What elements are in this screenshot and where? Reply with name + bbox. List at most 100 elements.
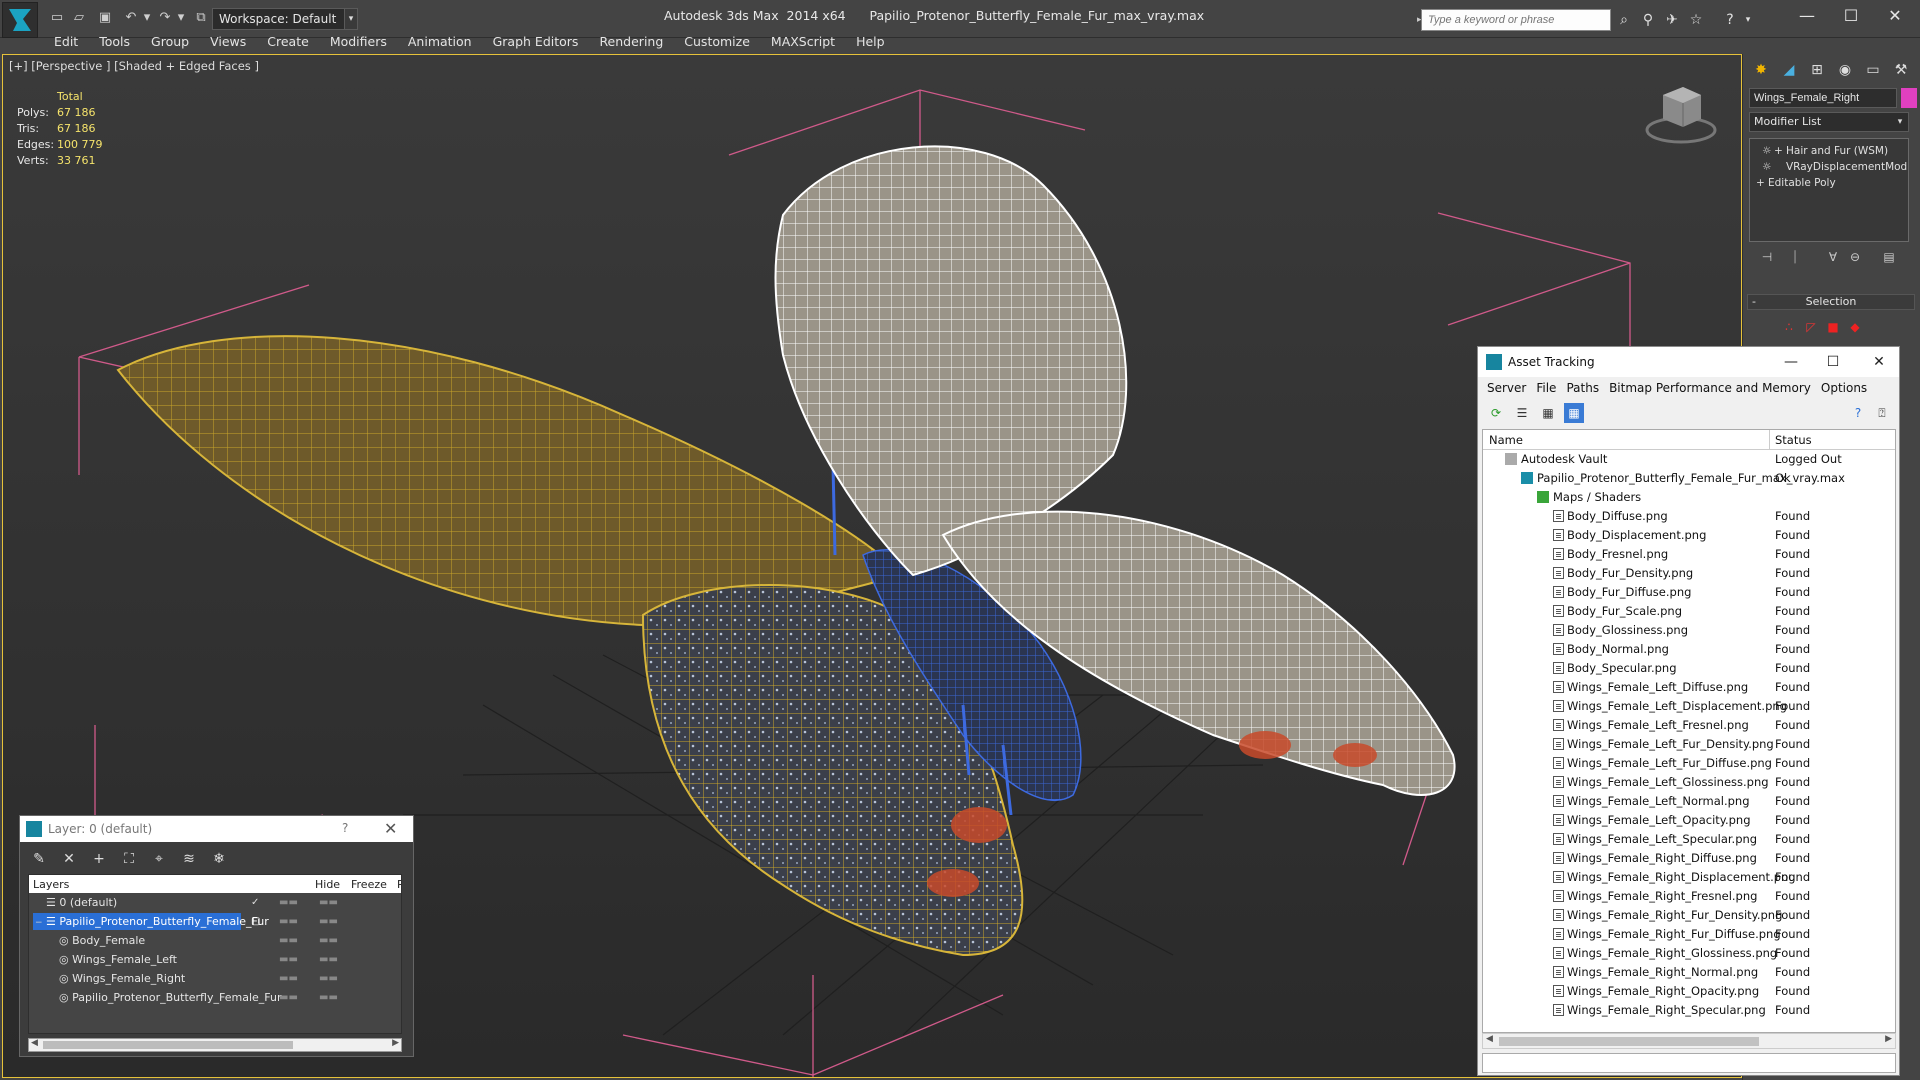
menu-animation[interactable]: Animation: [398, 32, 482, 52]
display-tab-icon[interactable]: ▭: [1861, 58, 1885, 82]
menu-customize[interactable]: Customize: [674, 32, 760, 52]
asset-row[interactable]: Wings_Female_Left_Specular.png Found: [1483, 830, 1895, 849]
grid-view-icon[interactable]: ▦: [1564, 403, 1584, 423]
freeze-toggle-icon[interactable]: ▬▬: [319, 912, 338, 931]
asset-horizontal-scrollbar[interactable]: ◀ ▶: [1482, 1033, 1896, 1049]
freeze-toggle-icon[interactable]: ▬▬: [319, 931, 338, 950]
show-end-result-icon[interactable]: ⏐: [1785, 250, 1805, 268]
menu-rendering[interactable]: Rendering: [589, 32, 673, 52]
save-icon[interactable]: ▣: [96, 10, 114, 26]
collapse-toggle-icon[interactable]: −: [35, 915, 44, 932]
asset-row[interactable]: Wings_Female_Left_Fur_Density.png Found: [1483, 735, 1895, 754]
asset-row[interactable]: Wings_Female_Right_Diffuse.png Found: [1483, 849, 1895, 868]
asset-row[interactable]: Maps / Shaders: [1483, 488, 1895, 507]
asset-row[interactable]: Autodesk Vault Logged Out: [1483, 450, 1895, 469]
select-objects-icon[interactable]: ⛶: [118, 848, 140, 870]
asset-row[interactable]: Body_Fur_Density.png Found: [1483, 564, 1895, 583]
freeze-toggle-icon[interactable]: ▬▬: [319, 950, 338, 969]
column-hide[interactable]: Hide: [315, 878, 340, 891]
minimize-icon[interactable]: —: [1776, 351, 1806, 373]
stack-item-hair-fur[interactable]: ☼ + Hair and Fur (WSM): [1750, 143, 1908, 159]
create-tab-icon[interactable]: ✸: [1749, 58, 1773, 82]
close-icon[interactable]: ✕: [1864, 351, 1894, 373]
create-layer-icon[interactable]: ✎: [28, 848, 50, 870]
menu-help[interactable]: Help: [846, 32, 895, 52]
asset-row[interactable]: Wings_Female_Right_Opacity.png Found: [1483, 982, 1895, 1001]
column-layers[interactable]: Layers: [33, 878, 69, 891]
redo-dropdown-icon[interactable]: ▾: [172, 10, 190, 26]
current-layer-check-icon[interactable]: ✓: [251, 893, 259, 912]
layer-horizontal-scrollbar[interactable]: ◀ ▶: [28, 1038, 402, 1052]
viewport-label[interactable]: [+] [Perspective ] [Shaded + Edged Faces…: [9, 59, 259, 73]
asset-row[interactable]: Wings_Female_Left_Diffuse.png Found: [1483, 678, 1895, 697]
layer-row[interactable]: ◎ Papilio_Protenor_Butterfly_Female_Fur ▬…: [29, 988, 401, 1007]
remove-modifier-icon[interactable]: ⊖: [1845, 250, 1865, 268]
add-to-layer-icon[interactable]: +: [88, 848, 110, 870]
layer-row[interactable]: ◎ Body_Female ▬▬ ▬▬: [29, 931, 401, 950]
configure-modifier-sets-icon[interactable]: ▤: [1879, 250, 1899, 268]
lightbulb-icon[interactable]: ☼: [1762, 159, 1774, 175]
asset-row[interactable]: Body_Normal.png Found: [1483, 640, 1895, 659]
menu-graph-editors[interactable]: Graph Editors: [483, 32, 589, 52]
asset-row[interactable]: Body_Specular.png Found: [1483, 659, 1895, 678]
asset-row[interactable]: Wings_Female_Right_Fresnel.png Found: [1483, 887, 1895, 906]
freeze-toggle-icon[interactable]: ▬▬: [319, 969, 338, 988]
object-color-swatch[interactable]: [1901, 88, 1917, 108]
maximize-icon[interactable]: ☐: [1828, 4, 1874, 28]
asset-path-field[interactable]: [1482, 1053, 1896, 1073]
menu-server[interactable]: Server: [1482, 379, 1531, 399]
vertex-select-icon[interactable]: ∴: [1781, 319, 1797, 335]
table-view-icon[interactable]: ▦: [1538, 403, 1558, 423]
asset-row[interactable]: Body_Fur_Diffuse.png Found: [1483, 583, 1895, 602]
close-icon[interactable]: ✕: [384, 819, 397, 838]
help-icon[interactable]: ?: [1848, 403, 1868, 423]
asset-row[interactable]: Wings_Female_Right_Specular.png Found: [1483, 1001, 1895, 1020]
stack-item-editable-poly[interactable]: + Editable Poly: [1750, 175, 1908, 191]
menu-maxscript[interactable]: MAXScript: [761, 32, 845, 52]
motion-tab-icon[interactable]: ◉: [1833, 58, 1857, 82]
menu-bitmap-performance[interactable]: Bitmap Performance and Memory: [1604, 379, 1816, 399]
menu-group[interactable]: Group: [141, 32, 199, 52]
stack-item-vray-displacement[interactable]: ☼ VRayDisplacementMod: [1750, 159, 1908, 175]
close-icon[interactable]: ✕: [1872, 4, 1918, 28]
asset-row[interactable]: Body_Displacement.png Found: [1483, 526, 1895, 545]
object-name-field[interactable]: [1749, 88, 1897, 108]
layer-row[interactable]: − ☰ Papilio_Protenor_Butterfly_Female_Fur…: [29, 912, 401, 931]
freeze-toggle-icon[interactable]: ▬▬: [319, 988, 338, 1007]
scroll-left-icon[interactable]: ◀: [1486, 1034, 1493, 1044]
help-icon[interactable]: ?: [1720, 10, 1740, 30]
column-status[interactable]: Status: [1775, 433, 1812, 447]
menu-paths[interactable]: Paths: [1561, 379, 1604, 399]
scrollbar-thumb[interactable]: [43, 1041, 293, 1049]
menu-tools[interactable]: Tools: [89, 32, 140, 52]
maximize-icon[interactable]: ☐: [1818, 351, 1848, 373]
keyword-search-input[interactable]: [1421, 9, 1611, 31]
asset-row[interactable]: Body_Fresnel.png Found: [1483, 545, 1895, 564]
hide-all-layers-icon[interactable]: ≋: [178, 848, 200, 870]
modifier-list-dropdown[interactable]: Modifier List: [1749, 112, 1909, 132]
expand-plus-icon[interactable]: +: [1756, 175, 1768, 191]
scrollbar-thumb[interactable]: [1499, 1037, 1759, 1046]
delete-layer-icon[interactable]: ✕: [58, 848, 80, 870]
list-view-icon[interactable]: ☰: [1512, 403, 1532, 423]
asset-row[interactable]: Wings_Female_Left_Fur_Diffuse.png Found: [1483, 754, 1895, 773]
new-file-icon[interactable]: ▭: [48, 10, 66, 26]
menu-options[interactable]: Options: [1816, 379, 1872, 399]
asset-row[interactable]: Body_Diffuse.png Found: [1483, 507, 1895, 526]
communication-center-icon[interactable]: ✈: [1662, 10, 1682, 30]
set-current-box-icon[interactable]: ▢: [251, 912, 260, 931]
column-name[interactable]: Name: [1489, 433, 1523, 447]
asset-tracking-titlebar[interactable]: Asset Tracking — ☐ ✕: [1478, 347, 1899, 377]
asset-row[interactable]: Wings_Female_Left_Displacement.png Found: [1483, 697, 1895, 716]
asset-row[interactable]: Papilio_Protenor_Butterfly_Female_Fur_ma…: [1483, 469, 1895, 488]
asset-row[interactable]: Wings_Female_Right_Fur_Diffuse.png Found: [1483, 925, 1895, 944]
hide-toggle-icon[interactable]: ▬▬: [279, 969, 298, 988]
column-freeze[interactable]: Freeze: [351, 878, 387, 891]
help-context-icon[interactable]: ⍰: [1872, 403, 1892, 423]
layer-manager-titlebar[interactable]: Layer: 0 (default) ? ✕: [20, 816, 413, 842]
menu-views[interactable]: Views: [200, 32, 256, 52]
menu-file[interactable]: File: [1531, 379, 1561, 399]
selection-rollout-header[interactable]: - Selection: [1747, 294, 1915, 310]
refresh-icon[interactable]: ⟳: [1486, 403, 1506, 423]
scroll-right-icon[interactable]: ▶: [1885, 1034, 1892, 1044]
